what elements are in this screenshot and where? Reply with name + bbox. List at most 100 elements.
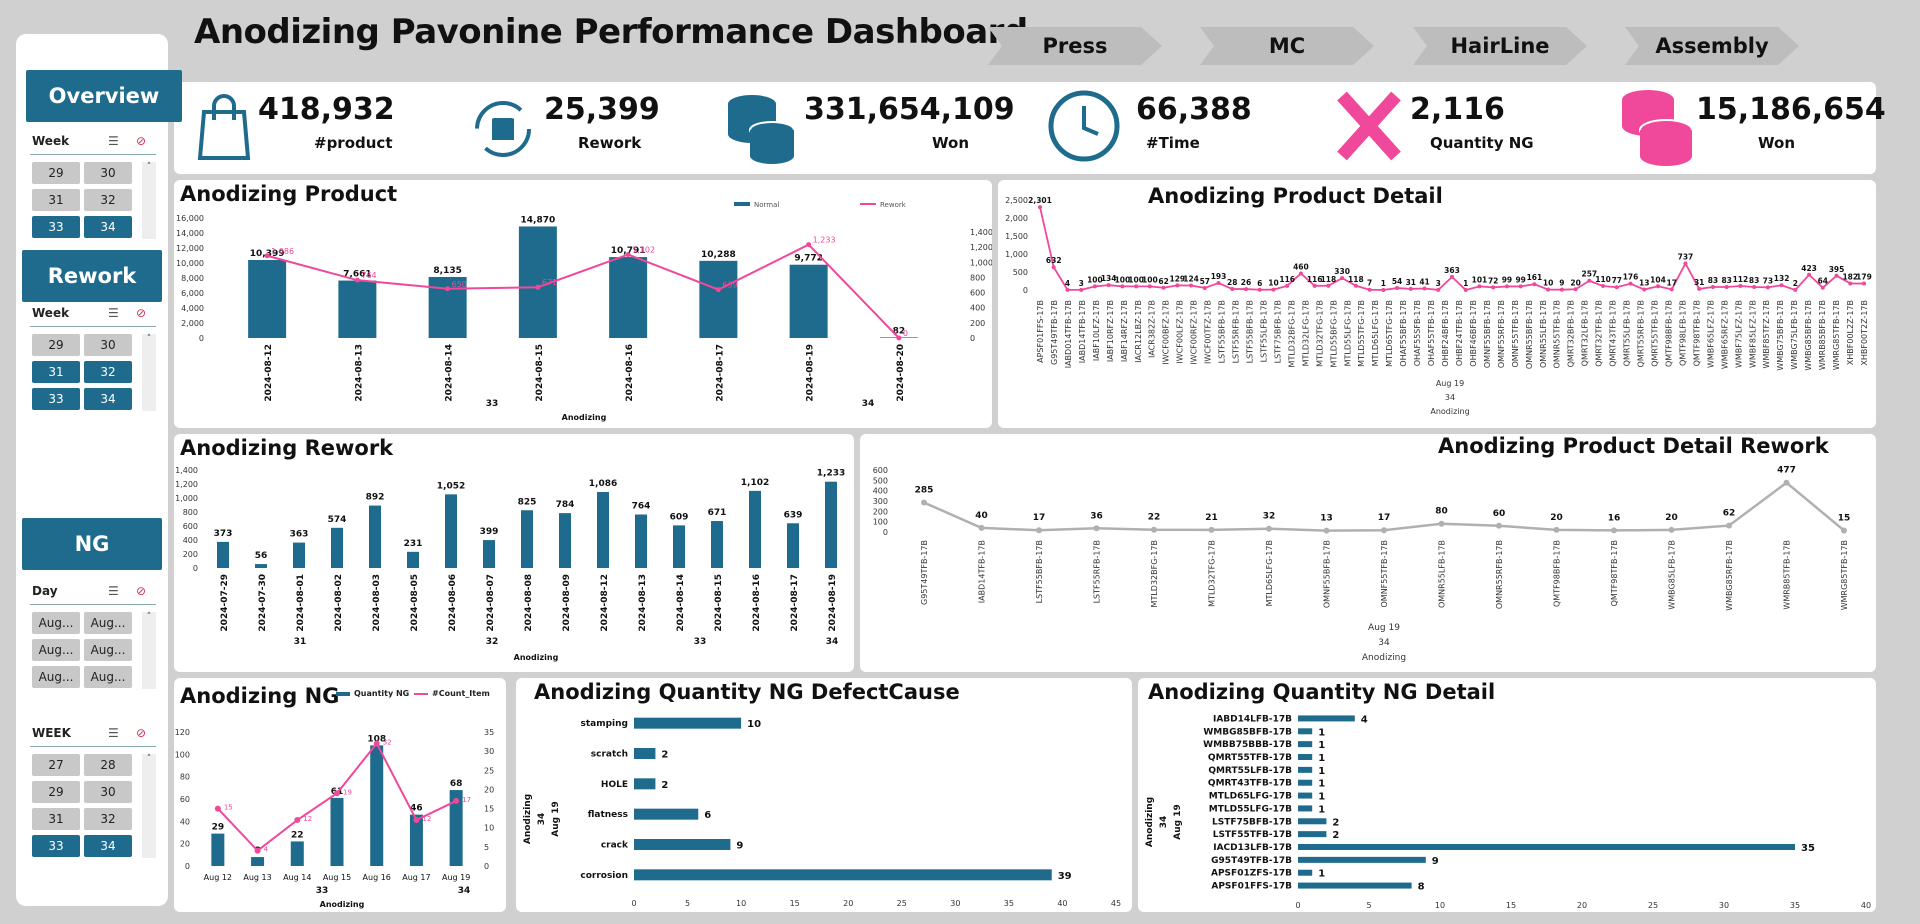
slicer-rework: Week ☰ ⊘ 29 30 31 32 33 34 ˄ — [30, 306, 156, 413]
nav-hairline[interactable]: HairLine — [1413, 27, 1587, 65]
rework-bar — [825, 481, 837, 568]
slicer-item[interactable]: 30 — [84, 781, 132, 803]
axis-group-label: Anodizing — [1362, 653, 1406, 663]
y-tick: 500 — [1013, 268, 1028, 277]
slicer-item[interactable]: 33 — [32, 388, 80, 410]
clear-filter-icon[interactable]: ⊘ — [136, 306, 146, 320]
scrollbar[interactable]: ˄ — [142, 162, 156, 239]
x-tick: 35 — [1004, 899, 1014, 908]
y-tick: 300 — [873, 497, 888, 506]
clear-filter-icon[interactable]: ⊘ — [136, 134, 146, 148]
slicer-item[interactable]: 33 — [32, 216, 80, 238]
detail-point — [1710, 285, 1715, 290]
rework-bar — [255, 564, 267, 568]
multiselect-icon[interactable]: ☰ — [108, 306, 119, 320]
slicer-item[interactable]: 31 — [32, 189, 80, 211]
slicer-item[interactable]: Aug... — [84, 639, 132, 661]
y-tick: 0 — [193, 564, 198, 573]
y2-tick: 5 — [484, 843, 489, 852]
nav-mc[interactable]: MC — [1200, 27, 1374, 65]
slicer-item[interactable]: Aug... — [32, 666, 80, 688]
slicer-item[interactable]: 31 — [32, 808, 80, 830]
shopping-bag-icon — [197, 94, 251, 160]
multiselect-icon[interactable]: ☰ — [108, 584, 119, 598]
bar-label: 1 — [1318, 869, 1325, 880]
slicer-item[interactable]: Aug... — [84, 666, 132, 688]
slicer-item[interactable]: 33 — [32, 835, 80, 857]
x-tick-label: Aug 13 — [243, 873, 271, 882]
y-tick: 80 — [180, 773, 190, 782]
section-header-ng[interactable]: NG — [22, 518, 162, 570]
slicer-item[interactable]: 29 — [32, 162, 80, 184]
detail-point — [1738, 283, 1743, 288]
slicer-item[interactable]: 34 — [84, 388, 132, 410]
clear-filter-icon[interactable]: ⊘ — [136, 726, 146, 740]
x-tick-label: IWCF00BFZ-17B — [1162, 300, 1171, 365]
count-label: 19 — [343, 788, 352, 796]
hbar — [634, 869, 1052, 881]
detail-value-label: 1 — [1381, 279, 1386, 288]
kpi-label-rework: Rework — [578, 134, 642, 152]
section-header-rework[interactable]: Rework — [22, 250, 162, 302]
x-tick-label: OHBF46BFB-17B — [1469, 300, 1478, 367]
detail-point — [1161, 285, 1166, 290]
x-tick-label: 2024-08-02 — [334, 574, 344, 632]
rework-bar — [445, 494, 457, 568]
slicer-item[interactable]: 30 — [84, 162, 132, 184]
x-tick: 30 — [950, 899, 960, 908]
slicer-item[interactable]: 29 — [32, 334, 80, 356]
detail-point — [1793, 287, 1798, 292]
bar-label: 1 — [1318, 766, 1325, 777]
x-tick: 40 — [1057, 899, 1067, 908]
detail-point — [1724, 285, 1729, 290]
rework-detail-point — [1668, 526, 1675, 533]
bar-label: 2 — [661, 750, 668, 761]
slicer-item[interactable]: Aug... — [32, 612, 80, 634]
detail-value-label: 20 — [1570, 278, 1580, 287]
slicer-item[interactable]: 30 — [84, 334, 132, 356]
x-tick-label: MTLD55BFG-17B — [1329, 300, 1338, 367]
x-tick-label: WMBG75BFB-17B — [1776, 300, 1785, 371]
section-header-overview[interactable]: Overview — [26, 70, 182, 122]
x-tick-label: IABD14TFB-17B — [1078, 300, 1087, 363]
slicer-item[interactable]: Aug... — [32, 639, 80, 661]
slicer-item[interactable]: 32 — [84, 361, 132, 383]
clear-filter-icon[interactable]: ⊘ — [136, 584, 146, 598]
rework-point — [625, 252, 631, 258]
slicer-item[interactable]: 32 — [84, 808, 132, 830]
rework-detail-line — [923, 481, 1845, 532]
slicer-item[interactable]: 31 — [32, 361, 80, 383]
slicer-item[interactable]: 29 — [32, 781, 80, 803]
hbar — [634, 839, 731, 850]
slicer-item[interactable]: 32 — [84, 189, 132, 211]
bar-label: 8,135 — [433, 266, 461, 276]
multiselect-icon[interactable]: ☰ — [108, 726, 119, 740]
scrollbar[interactable]: ˄ — [142, 334, 156, 411]
rework-detail-point — [1323, 527, 1330, 534]
slicer-item[interactable]: Aug... — [84, 612, 132, 634]
detail-point — [1120, 284, 1125, 289]
scrollbar[interactable]: ˄ — [142, 754, 156, 858]
x-tick-label: XHBF00T2Z-17B — [1860, 300, 1869, 366]
x-tick-label: OMNR55LFB-17B — [1438, 540, 1447, 608]
x-tick-label: OHBF24TFB-17B — [1455, 300, 1464, 366]
bar-label: 35 — [1801, 843, 1815, 854]
rework-label: 671 — [542, 278, 557, 287]
nav-assembly[interactable]: Assembly — [1625, 27, 1799, 65]
detail-point — [1614, 285, 1619, 290]
multiselect-icon[interactable]: ☰ — [108, 134, 119, 148]
slicer-divider — [30, 326, 156, 327]
nav-press[interactable]: Press — [988, 27, 1162, 65]
scrollbar[interactable]: ˄ — [142, 612, 156, 689]
detail-point — [1079, 287, 1084, 292]
x-tick-label: MTLD65LFG-17B — [1265, 540, 1274, 606]
rework-detail-label: 32 — [1263, 512, 1276, 522]
detail-point — [1147, 284, 1152, 289]
slicer-item[interactable]: 34 — [84, 835, 132, 857]
rework-label: 1,233 — [813, 236, 836, 245]
x-tick: 0 — [631, 899, 636, 908]
slicer-item[interactable]: 28 — [84, 754, 132, 776]
slicer-item[interactable]: 27 — [32, 754, 80, 776]
slicer-item[interactable]: 34 — [84, 216, 132, 238]
y2-tick: 10 — [484, 824, 494, 833]
